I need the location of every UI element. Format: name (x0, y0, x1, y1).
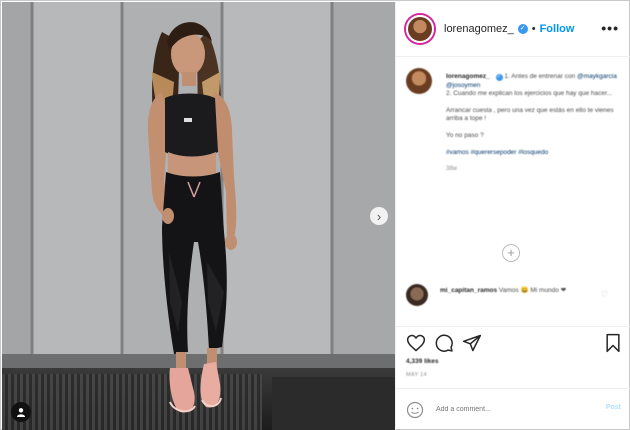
comment-body: Vamos 😀 Mi mundo ❤ (498, 287, 567, 294)
next-photo-button[interactable]: › (370, 207, 388, 225)
post-header: lorenagomez_ ✓ • Follow ••• (396, 2, 630, 57)
action-bar: 4,339 likes MAY 14 (396, 326, 630, 386)
verified-badge-icon: ✓ (495, 74, 503, 81)
caption-line-2: Arrancar cuesta , pero una vez que estás… (446, 106, 614, 123)
comment-input[interactable] (436, 406, 586, 413)
smiley-icon[interactable] (406, 401, 424, 419)
post-photo[interactable]: › (2, 2, 395, 430)
comment-text: mi_capitan_ramos Vamos 😀 Mi mundo ❤ (440, 286, 605, 295)
comment-avatar[interactable] (406, 284, 428, 306)
caption-timestamp: 38w (446, 166, 458, 173)
caption-line-1: 1. Antes de entrenar con (504, 73, 576, 80)
heart-outline-icon[interactable]: ♡ (601, 290, 608, 299)
comment-composer: Post (396, 388, 630, 430)
caption-username[interactable]: lorenagomez_ (446, 73, 490, 80)
author-username[interactable]: lorenagomez_ (444, 23, 514, 35)
follow-button[interactable]: Follow (540, 23, 575, 35)
comments-section[interactable]: lorenagomez_ ✓ 1. Antes de entrenar con … (396, 58, 630, 326)
bookmark-icon[interactable] (603, 333, 623, 353)
caption-avatar[interactable] (406, 68, 432, 94)
caption-hashtags[interactable]: #vamos #querersepoder #losquedo (446, 149, 626, 158)
tagged-users-button[interactable] (11, 402, 31, 422)
post-comment-button[interactable]: Post (606, 404, 621, 411)
likes-count[interactable]: 4,339 likes (406, 358, 439, 365)
woman-portrait-photo (2, 2, 395, 430)
caption-line-3: Yo no paso ? (446, 131, 484, 139)
post-sidebar: lorenagomez_ ✓ • Follow ••• lorenagomez_… (395, 2, 630, 430)
caption-text: lorenagomez_ ✓ 1. Antes de entrenar con … (446, 73, 626, 182)
separator: • (531, 23, 536, 35)
caption-line-1b: 2. Cuando me explican los ejercicios que… (446, 90, 613, 98)
post-date: MAY 14 (406, 372, 427, 378)
comment-icon[interactable] (434, 333, 454, 353)
instagram-post-window: › lorenagomez_ ✓ • Follow ••• lorenagome… (0, 0, 630, 430)
verified-badge-icon: ✓ (517, 24, 528, 34)
share-icon[interactable] (462, 333, 482, 353)
comment-username[interactable]: mi_capitan_ramos (440, 287, 497, 294)
load-more-comments-button[interactable]: + (502, 244, 520, 262)
heart-icon[interactable] (406, 333, 426, 353)
chevron-right-icon: › (376, 208, 382, 224)
more-options-icon[interactable]: ••• (601, 20, 619, 36)
user-tag-icon (17, 408, 25, 417)
avatar[interactable] (406, 15, 434, 43)
